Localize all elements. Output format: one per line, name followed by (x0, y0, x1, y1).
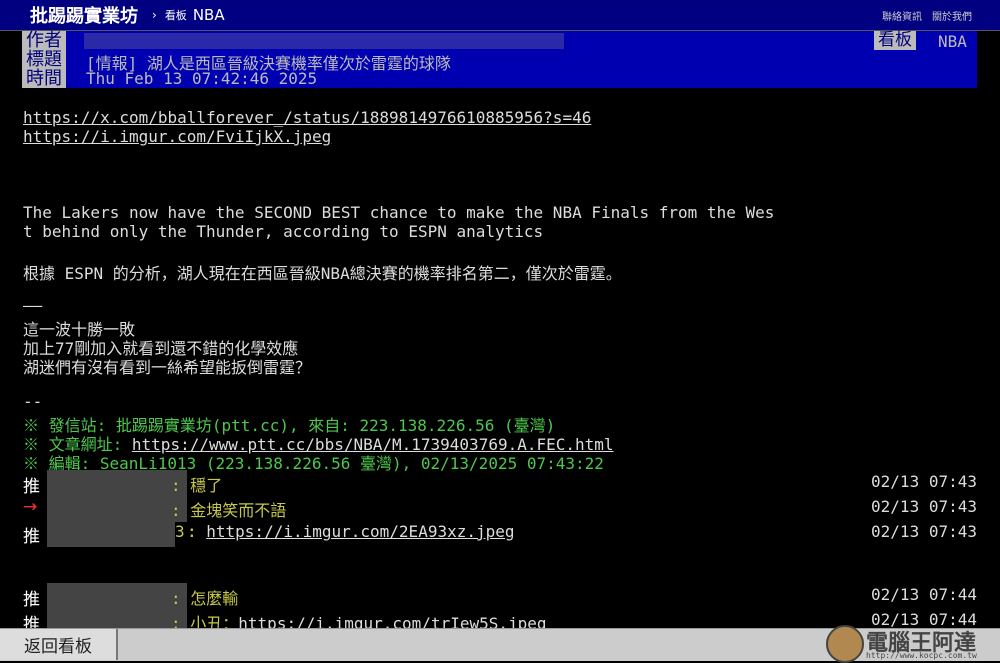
user-id-blurred (47, 520, 175, 547)
board-value: NBA (938, 32, 967, 51)
user-id-blurred (47, 495, 187, 522)
site-name-link[interactable]: 批踢踢實業坊 (30, 2, 138, 28)
breadcrumb-separator: › (152, 8, 157, 22)
site-watermark: 電腦王阿達 http://www.kocpc.com.tw (826, 623, 996, 663)
tweet-link[interactable]: https://x.com/bballforever_/status/18898… (23, 108, 591, 127)
comment-line-3: 湖迷們有沒有看到一絲希望能扳倒雷霆？ (23, 358, 312, 377)
push-user-id-tail: 3 (175, 522, 185, 541)
push-link[interactable]: https://i.imgur.com/2EA93xz.jpeg (206, 522, 514, 541)
push-time: 02/13 07:43 (871, 472, 977, 491)
chinese-line: 根據 ESPN 的分析，湖人現在在西區晉級NBA總決賽的機率排名第二，僅次於雷霆… (23, 264, 622, 283)
watermark-url: http://www.kocpc.com.tw (866, 651, 977, 660)
time-label: 時間 (22, 69, 66, 88)
divider-line: —— (23, 296, 43, 315)
bottom-bar: 返回看板 電腦王阿達 http://www.kocpc.com.tw (0, 625, 1000, 663)
about-link[interactable]: 關於我們 (932, 8, 972, 23)
author-label: 作者 (22, 31, 66, 50)
board-label: 看板 (874, 31, 916, 50)
push-content: : 怎麼輸 (171, 589, 239, 608)
contact-link[interactable]: 聯絡資訊 (882, 8, 922, 23)
push-row: 推 : 怎麼輸 02/13 07:44 (23, 583, 977, 610)
push-row: 推 : 穩了 02/13 07:43 (23, 470, 977, 497)
arrow-tag: → (23, 497, 38, 517)
author-blurred (84, 33, 564, 49)
push-tag: 推 (23, 477, 40, 497)
push-row: → : 金塊笑而不語 02/13 07:43 (23, 495, 977, 522)
image-link[interactable]: https://i.imgur.com/FviIjkX.jpeg (23, 127, 331, 146)
push-content: : 金塊笑而不語 (171, 501, 287, 520)
push-row: 推 3 : : https://i.imgur.com/2EA93xz.jpeg… (23, 520, 977, 547)
back-to-board-button[interactable]: 返回看板 (0, 629, 118, 660)
push-tag: 推 (23, 590, 40, 610)
english-line-2: t behind only the Thunder, according to … (23, 222, 544, 241)
mascot-icon (826, 625, 864, 663)
breadcrumb-board-label: 看板 (164, 9, 187, 22)
title-label: 標題 (22, 50, 66, 69)
user-id-blurred (47, 470, 187, 497)
top-navbar: 批踢踢實業坊 › 看板 NBA 聯絡資訊 關於我們 (0, 0, 1000, 31)
breadcrumb-board-link[interactable]: NBA (193, 6, 225, 24)
push-time: 02/13 07:43 (871, 497, 977, 516)
push-time: 02/13 07:44 (871, 585, 977, 604)
push-content: : 穩了 (171, 476, 223, 495)
english-line-1: The Lakers now have the SECOND BEST chan… (23, 203, 775, 222)
signature-dash: -- (23, 392, 43, 411)
user-id-blurred (47, 583, 187, 610)
push-tag: 推 (23, 527, 40, 547)
push-time: 02/13 07:43 (871, 522, 977, 541)
article-header: 作者 標題 時間 看板 NBA [情報] 湖人是西區晉級決賽機率僅次於雷霆的球隊… (22, 31, 977, 88)
top-links: 聯絡資訊 關於我們 (882, 8, 972, 23)
article-time: Thu Feb 13 07:42:46 2025 (86, 69, 318, 88)
